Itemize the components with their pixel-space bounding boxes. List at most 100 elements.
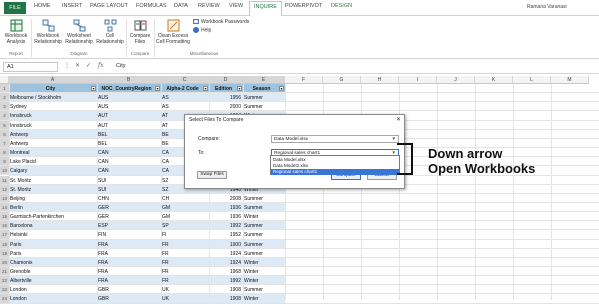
- table-cell[interactable]: Sydney: [9, 103, 97, 111]
- table-cell[interactable]: Winter: [243, 268, 285, 276]
- cancel-icon[interactable]: ✕: [75, 62, 80, 69]
- column-header[interactable]: K: [475, 76, 513, 84]
- table-cell[interactable]: Summer: [243, 250, 285, 258]
- table-cell[interactable]: St. Moritz: [9, 186, 97, 194]
- column-header[interactable]: F: [285, 76, 323, 84]
- table-cell[interactable]: GBR: [97, 286, 161, 294]
- table-cell[interactable]: St. Moritz: [9, 177, 97, 185]
- filter-dropdown-icon[interactable]: ▾: [203, 86, 208, 91]
- row-header[interactable]: 24: [0, 294, 9, 304]
- row-header[interactable]: 12: [0, 184, 9, 194]
- row-header[interactable]: 4: [0, 111, 9, 121]
- compare-files-button[interactable]: Compare Files: [128, 19, 152, 45]
- table-cell[interactable]: UK: [161, 286, 209, 294]
- row-header[interactable]: 2: [0, 93, 9, 103]
- table-cell[interactable]: Winter: [243, 295, 285, 303]
- row-header[interactable]: 1: [0, 84, 9, 94]
- table-cell[interactable]: CH: [161, 195, 209, 203]
- help-button[interactable]: Help: [193, 27, 211, 33]
- table-cell[interactable]: CAN: [97, 158, 161, 166]
- row-header[interactable]: 16: [0, 221, 9, 231]
- more-options-icon[interactable]: ⋮: [64, 62, 70, 69]
- tab-inquire[interactable]: INQUIRE: [249, 1, 282, 16]
- table-cell[interactable]: AS: [161, 94, 209, 102]
- table-cell[interactable]: Berlin: [9, 204, 97, 212]
- row-header[interactable]: 11: [0, 175, 9, 185]
- table-cell[interactable]: GBR: [97, 295, 161, 303]
- dropdown-option-selected[interactable]: Regional sales chart1: [271, 169, 399, 175]
- row-header[interactable]: 7: [0, 138, 9, 149]
- table-cell[interactable]: FI: [161, 231, 209, 239]
- tab-design[interactable]: DESIGN: [331, 3, 352, 9]
- row-header[interactable]: 15: [0, 212, 9, 222]
- table-cell[interactable]: 2008: [209, 195, 243, 203]
- table-cell[interactable]: 1908: [209, 295, 243, 303]
- dropdown-option[interactable]: Data Model.xlsx: [271, 157, 399, 163]
- tab-powerpivot[interactable]: POWERPIVOT: [285, 3, 322, 9]
- table-cell[interactable]: AS: [161, 103, 209, 111]
- table-cell[interactable]: Paris: [9, 241, 97, 249]
- row-header[interactable]: 10: [0, 166, 9, 176]
- tab-home[interactable]: HOME: [34, 3, 51, 9]
- row-header[interactable]: 17: [0, 230, 9, 240]
- table-cell[interactable]: Summer: [243, 103, 285, 111]
- table-cell[interactable]: AUT: [97, 112, 161, 120]
- filter-dropdown-icon[interactable]: ▾: [155, 86, 160, 91]
- column-header[interactable]: G: [323, 76, 361, 84]
- table-cell[interactable]: Winter: [243, 259, 285, 267]
- table-cell[interactable]: SP: [161, 222, 209, 230]
- table-cell[interactable]: FR: [161, 250, 209, 258]
- tab-data[interactable]: DATA: [174, 3, 188, 9]
- table-cell[interactable]: Summer: [243, 204, 285, 212]
- table-cell[interactable]: BEL: [97, 140, 161, 148]
- table-cell[interactable]: 1956: [209, 94, 243, 102]
- table-cell[interactable]: Innsbruck: [9, 112, 97, 120]
- column-header[interactable]: A: [9, 76, 97, 84]
- table-cell[interactable]: UK: [161, 295, 209, 303]
- tab-page-layout[interactable]: PAGE LAYOUT: [90, 3, 128, 9]
- row-header[interactable]: 20: [0, 257, 9, 267]
- cell-relationship-button[interactable]: Cell Relationship: [96, 19, 124, 45]
- workbook-analysis-button[interactable]: Workbook Analysis: [3, 19, 29, 45]
- table-cell[interactable]: FRA: [97, 268, 161, 276]
- table-cell[interactable]: Montreal: [9, 149, 97, 157]
- table-cell[interactable]: Antwerp: [9, 131, 97, 139]
- column-header[interactable]: E: [243, 76, 285, 84]
- table-cell[interactable]: 1924: [209, 250, 243, 258]
- row-header[interactable]: 21: [0, 267, 9, 277]
- column-header[interactable]: D: [209, 76, 243, 84]
- table-cell[interactable]: Calgary: [9, 167, 97, 175]
- table-header-cell[interactable]: Alpha-2 Code: [161, 85, 203, 93]
- table-cell[interactable]: Helsinki: [9, 231, 97, 239]
- table-cell[interactable]: Innsbruck: [9, 122, 97, 130]
- table-cell[interactable]: CAN: [97, 167, 161, 175]
- tab-review[interactable]: REVIEW: [198, 3, 220, 9]
- column-header[interactable]: M: [551, 76, 589, 84]
- table-cell[interactable]: Winter: [243, 213, 285, 221]
- table-cell[interactable]: FR: [161, 259, 209, 267]
- dropdown-option[interactable]: Data Model2.xlsx: [271, 163, 399, 169]
- formula-input[interactable]: City: [116, 63, 125, 69]
- row-header[interactable]: 9: [0, 157, 9, 167]
- table-cell[interactable]: Albertville: [9, 277, 97, 285]
- column-header[interactable]: C: [161, 76, 209, 84]
- tab-formulas[interactable]: FORMULAS: [136, 3, 167, 9]
- table-cell[interactable]: 1900: [209, 241, 243, 249]
- column-header[interactable]: L: [513, 76, 551, 84]
- row-header[interactable]: 18: [0, 239, 9, 249]
- table-cell[interactable]: Summer: [243, 195, 285, 203]
- table-cell[interactable]: Lake Placid: [9, 158, 97, 166]
- compare-select[interactable]: Data Model.xlsx ▼: [271, 135, 399, 143]
- table-cell[interactable]: BEL: [97, 131, 161, 139]
- table-header-cell[interactable]: NOC_CountryRegion: [97, 85, 155, 93]
- row-header[interactable]: 14: [0, 202, 9, 213]
- user-name[interactable]: Ramana Varanasi: [527, 4, 567, 10]
- column-header[interactable]: H: [361, 76, 399, 84]
- table-cell[interactable]: ESP: [97, 222, 161, 230]
- insert-function-icon[interactable]: fx: [98, 62, 104, 69]
- name-box[interactable]: A1: [3, 62, 58, 72]
- filter-dropdown-icon[interactable]: ▾: [237, 86, 242, 91]
- row-header[interactable]: 6: [0, 129, 9, 139]
- swap-files-button[interactable]: Swap Files: [197, 171, 227, 179]
- table-cell[interactable]: 1992: [209, 222, 243, 230]
